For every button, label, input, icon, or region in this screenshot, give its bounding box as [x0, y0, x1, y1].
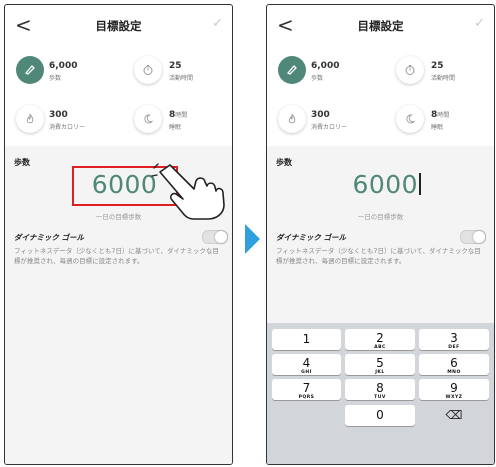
stat-value: 300 — [49, 110, 68, 120]
moon-icon — [396, 105, 424, 133]
dynamic-goal-toggle[interactable] — [460, 230, 486, 244]
stat-label: 消費カロリー — [311, 124, 348, 131]
stat-label: 活動時間 — [169, 75, 194, 82]
stat-label: 睡眠 — [431, 124, 444, 131]
section-label: 歩数 — [276, 158, 292, 167]
flame-icon — [16, 105, 44, 133]
numeric-keypad: 1 2 ABC 3 DEF 4 GHI 5 JKL 6 MNO 7 PQRS 8 TUV 9W… — [267, 323, 494, 464]
timer-icon — [396, 56, 424, 84]
flame-icon — [278, 105, 306, 133]
key-8[interactable]: 8 TUV — [345, 379, 415, 400]
key-0[interactable]: 0 — [345, 405, 415, 426]
dynamic-goal-label: ダイナミック ゴール — [276, 233, 346, 242]
key-1[interactable]: 1 — [272, 329, 341, 350]
done-checkmark-button[interactable]: ✓ — [474, 16, 485, 31]
dynamic-goal-toggle[interactable] — [202, 230, 228, 244]
stat-value: 8時間 — [431, 110, 450, 120]
timer-icon — [134, 56, 162, 84]
stat-label: 歩数 — [49, 75, 62, 82]
page-title: 目標設定 — [95, 19, 142, 33]
toggle-knob — [473, 231, 485, 243]
key-9[interactable]: 9 WXYZ — [419, 379, 489, 400]
section-label: 歩数 — [14, 158, 30, 167]
key-3[interactable]: 3 DEF — [419, 329, 489, 350]
transition-arrow-icon — [245, 224, 260, 254]
phone-screen-before: < 目標設定 ✓ 6,000 歩数 25 活動時間 300 消費カロリー 8時間… — [4, 4, 233, 465]
dynamic-goal-label: ダイナミック ゴール — [14, 233, 84, 242]
stat-value: 6,000 — [49, 61, 78, 71]
delete-key-icon[interactable]: ⌫ — [419, 405, 489, 426]
stat-value: 6,000 — [311, 61, 340, 71]
dynamic-goal-description: フィットネスデータ（少なくとも7日）に基づいて、ダイナミックな目標が推奨され、毎… — [276, 247, 481, 265]
stat-unit: 時間 — [175, 112, 188, 119]
shoe-icon — [16, 56, 44, 84]
step-goal-input[interactable]: 6000 — [273, 170, 494, 199]
header: < 目標設定 ✓ — [267, 5, 494, 47]
tap-hand-icon — [150, 159, 230, 225]
done-checkmark-button[interactable]: ✓ — [212, 16, 223, 31]
key-4[interactable]: 4 GHI — [272, 354, 341, 375]
key-5[interactable]: 5 JKL — [345, 354, 415, 375]
stat-value: 25 — [431, 61, 444, 71]
key-2[interactable]: 2 ABC — [345, 329, 415, 350]
stat-label: 活動時間 — [431, 75, 456, 82]
toggle-knob — [215, 231, 227, 243]
key-6[interactable]: 6 MNO — [419, 354, 489, 375]
step-goal-caption: 一日の目標歩数 — [357, 213, 404, 221]
stat-unit: 時間 — [437, 112, 450, 119]
stat-label: 歩数 — [311, 75, 324, 82]
header: < 目標設定 ✓ — [5, 5, 232, 47]
shoe-icon — [278, 56, 306, 84]
moon-icon — [134, 105, 162, 133]
dynamic-goal-description: フィットネスデータ（少なくとも7日）に基づいて、ダイナミックな目標が推奨され、毎… — [14, 247, 219, 265]
page-title: 目標設定 — [357, 19, 404, 33]
phone-screen-after: < 目標設定 ✓ 6,000 歩数 25 活動時間 300 消費カロリー 8時間… — [266, 4, 495, 465]
stat-label: 消費カロリー — [49, 124, 86, 131]
text-cursor — [419, 173, 421, 195]
key-7[interactable]: 7 PQRS — [272, 379, 341, 400]
stat-value: 8時間 — [169, 110, 188, 120]
stat-label: 睡眠 — [169, 124, 182, 131]
stat-value: 25 — [169, 61, 182, 71]
stat-value: 300 — [311, 110, 330, 120]
